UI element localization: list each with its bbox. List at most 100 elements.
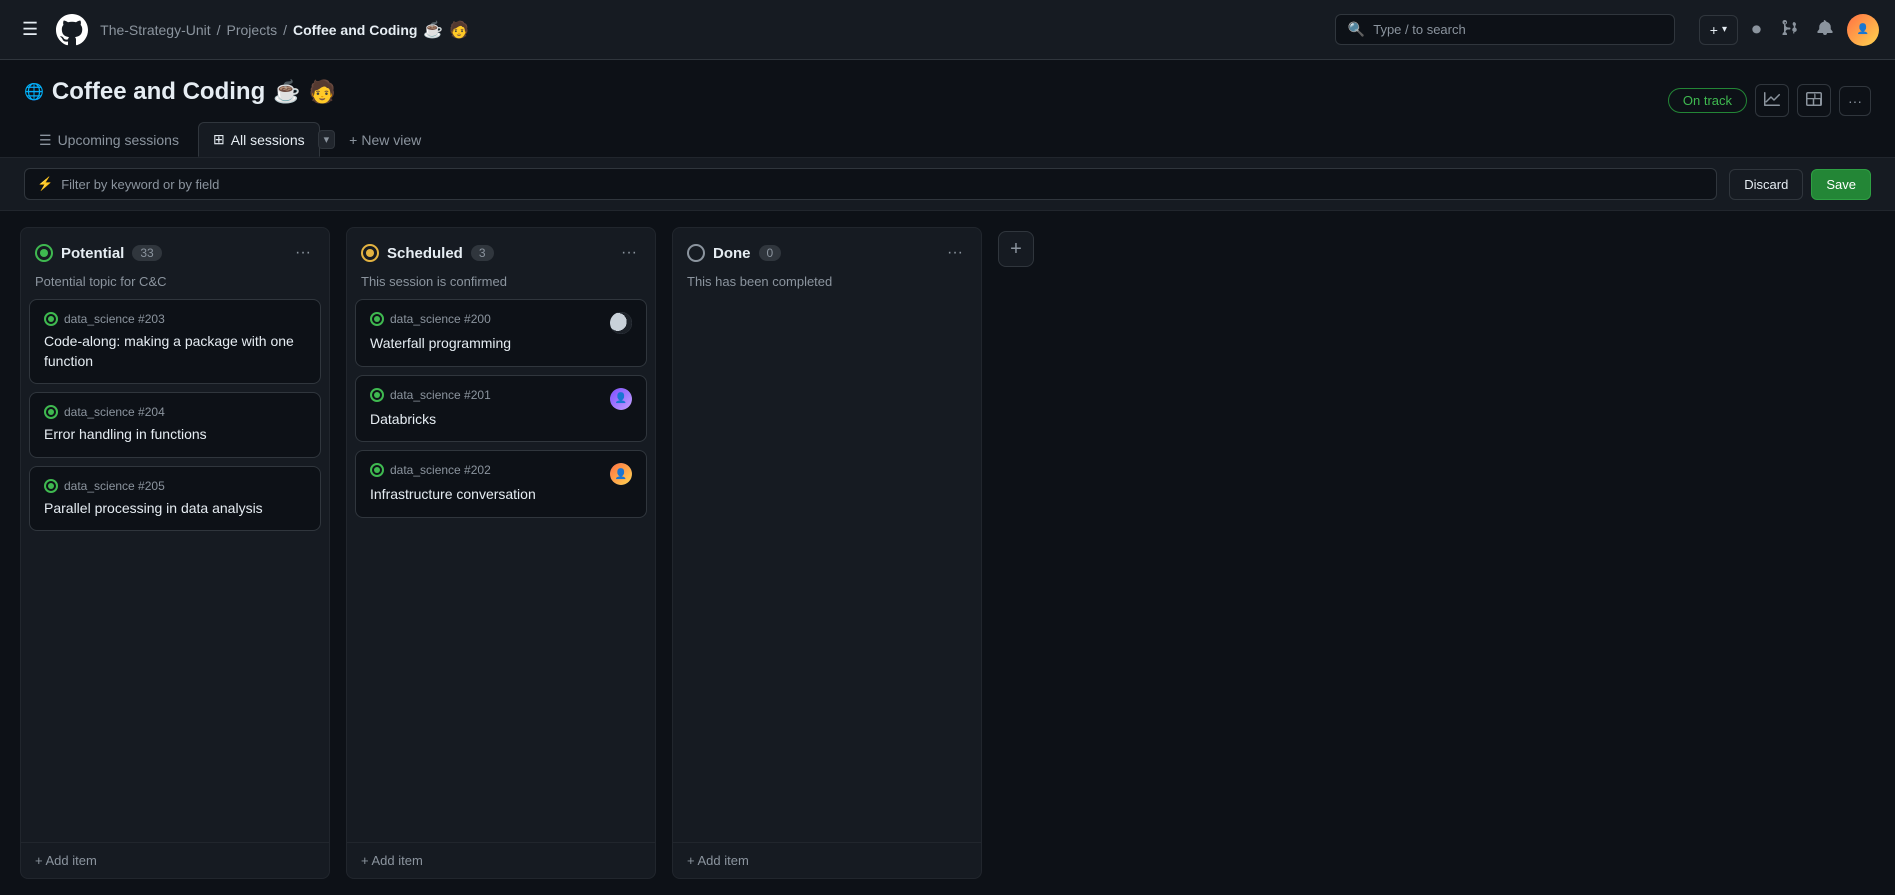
card-avatar: 👤 xyxy=(610,463,632,485)
card-header-row: data_science #202 👤 xyxy=(370,463,632,485)
column-title-row: Scheduled 3 ··· xyxy=(361,242,641,264)
column-name: Scheduled xyxy=(387,245,463,262)
search-placeholder: Type / to search xyxy=(1373,22,1466,37)
column-description: Potential topic for C&C xyxy=(21,274,329,299)
card[interactable]: data_science #202 👤 Infrastructure conve… xyxy=(355,450,647,518)
card-repo-label: data_science #201 xyxy=(390,388,491,402)
card-meta: data_science #202 xyxy=(370,463,491,477)
board-container: Potential 33 ··· Potential topic for C&C… xyxy=(0,211,1895,895)
column-header: Scheduled 3 ··· xyxy=(347,228,655,274)
card[interactable]: data_science #205 Parallel processing in… xyxy=(29,466,321,532)
column-count: 0 xyxy=(759,245,782,261)
column-menu-btn[interactable]: ··· xyxy=(943,242,967,264)
card-title: Error handling in functions xyxy=(44,425,306,445)
more-options-btn[interactable]: ··· xyxy=(1839,86,1871,116)
card-meta: data_science #201 xyxy=(370,388,491,402)
column-header: Potential 33 ··· xyxy=(21,228,329,274)
card-repo-label: data_science #205 xyxy=(64,479,165,493)
card-repo-label: data_science #202 xyxy=(390,463,491,477)
add-item-row[interactable]: + Add item xyxy=(21,842,329,878)
card-title: Code-along: making a package with one fu… xyxy=(44,332,306,371)
projects-link[interactable]: Projects xyxy=(227,22,278,38)
column-count: 33 xyxy=(132,245,161,261)
project-title-row: 🌐 Coffee and Coding ☕ 🧑 xyxy=(24,78,431,106)
status-icon-done xyxy=(687,244,705,262)
column-description: This has been completed xyxy=(673,274,981,299)
card-avatar xyxy=(610,312,632,334)
card-meta: data_science #200 xyxy=(370,312,491,326)
tab-upcoming[interactable]: ☰ Upcoming sessions xyxy=(24,123,194,157)
card-title: Parallel processing in data analysis xyxy=(44,499,306,519)
filter-icon: ⚡ xyxy=(37,176,53,192)
page-header: 🌐 Coffee and Coding ☕ 🧑 ☰ Upcoming sessi… xyxy=(0,60,1895,158)
card-status-icon xyxy=(44,405,58,419)
record-icon-btn[interactable]: ⏺ xyxy=(1746,13,1767,46)
card-status-icon xyxy=(44,479,58,493)
card[interactable]: data_science #200 Waterfall programming xyxy=(355,299,647,367)
nav-actions: + ▾ ⏺ 👤 xyxy=(1699,13,1879,46)
add-item-row[interactable]: + Add item xyxy=(347,842,655,878)
column-potential: Potential 33 ··· Potential topic for C&C… xyxy=(20,227,330,879)
card-header-row: data_science #201 👤 xyxy=(370,388,632,410)
column-description: This session is confirmed xyxy=(347,274,655,299)
add-column-btn[interactable]: + xyxy=(998,231,1034,267)
org-name[interactable]: The-Strategy-Unit xyxy=(100,22,210,38)
column-done: Done 0 ··· This has been completed + Add… xyxy=(672,227,982,879)
layout-btn[interactable] xyxy=(1797,84,1831,117)
column-name: Potential xyxy=(61,245,124,262)
column-title-row: Potential 33 ··· xyxy=(35,242,315,264)
column-header: Done 0 ··· xyxy=(673,228,981,274)
card-header-row: data_science #204 xyxy=(44,405,306,425)
globe-icon: 🌐 xyxy=(24,82,44,102)
insights-btn[interactable] xyxy=(1755,84,1789,117)
board-icon: ⊞ xyxy=(213,131,225,148)
project-name-breadcrumb: Coffee and Coding xyxy=(293,22,417,38)
discard-button[interactable]: Discard xyxy=(1729,169,1803,200)
column-menu-btn[interactable]: ··· xyxy=(291,242,315,264)
card-title: Infrastructure conversation xyxy=(370,485,632,505)
hamburger-menu[interactable]: ☰ xyxy=(16,15,44,44)
card[interactable]: data_science #203 Code-along: making a p… xyxy=(29,299,321,384)
top-nav: ☰ The-Strategy-Unit / Projects / Coffee … xyxy=(0,0,1895,60)
on-track-badge[interactable]: On track xyxy=(1668,88,1747,113)
notifications-btn[interactable] xyxy=(1811,13,1839,46)
cards-list xyxy=(673,299,981,838)
card-repo-label: data_science #204 xyxy=(64,405,165,419)
table-icon: ☰ xyxy=(39,132,52,149)
card-status-icon xyxy=(370,312,384,326)
tab-dropdown-btn[interactable]: ▾ xyxy=(318,130,336,149)
card-meta: data_science #203 xyxy=(44,312,165,326)
card[interactable]: data_science #201 👤 Databricks xyxy=(355,375,647,443)
tab-all-sessions[interactable]: ⊞ All sessions xyxy=(198,122,320,157)
filter-placeholder: Filter by keyword or by field xyxy=(61,177,219,192)
card-repo-label: data_science #203 xyxy=(64,312,165,326)
card-meta: data_science #204 xyxy=(44,405,165,419)
card-avatar: 👤 xyxy=(610,388,632,410)
card-repo-label: data_science #200 xyxy=(390,312,491,326)
cards-list: data_science #203 Code-along: making a p… xyxy=(21,299,329,838)
page-title: Coffee and Coding xyxy=(52,78,265,106)
status-icon-scheduled xyxy=(361,244,379,262)
add-item-row[interactable]: + Add item xyxy=(673,842,981,878)
search-icon: 🔍 xyxy=(1348,21,1365,38)
git-pull-request-btn[interactable] xyxy=(1775,13,1803,46)
save-button[interactable]: Save xyxy=(1811,169,1871,200)
column-scheduled: Scheduled 3 ··· This session is confirme… xyxy=(346,227,656,879)
column-menu-btn[interactable]: ··· xyxy=(617,242,641,264)
filter-actions: Discard Save xyxy=(1729,169,1871,200)
page-tabs: ☰ Upcoming sessions ⊞ All sessions ▾ + N… xyxy=(24,118,431,157)
card-status-icon xyxy=(370,463,384,477)
new-view-btn[interactable]: + New view xyxy=(339,124,431,156)
status-icon-potential xyxy=(35,244,53,262)
user-avatar[interactable]: 👤 xyxy=(1847,14,1879,46)
new-button[interactable]: + ▾ xyxy=(1699,15,1738,45)
card-meta: data_science #205 xyxy=(44,479,165,493)
breadcrumb: The-Strategy-Unit / Projects / Coffee an… xyxy=(100,20,469,40)
card[interactable]: data_science #204 Error handling in func… xyxy=(29,392,321,458)
card-title: Waterfall programming xyxy=(370,334,632,354)
search-bar[interactable]: 🔍 Type / to search xyxy=(1335,14,1675,45)
column-title-row: Done 0 ··· xyxy=(687,242,967,264)
card-header-row: data_science #203 xyxy=(44,312,306,332)
page-header-right: On track ··· xyxy=(1668,78,1871,117)
filter-input-wrap[interactable]: ⚡ Filter by keyword or by field xyxy=(24,168,1717,200)
